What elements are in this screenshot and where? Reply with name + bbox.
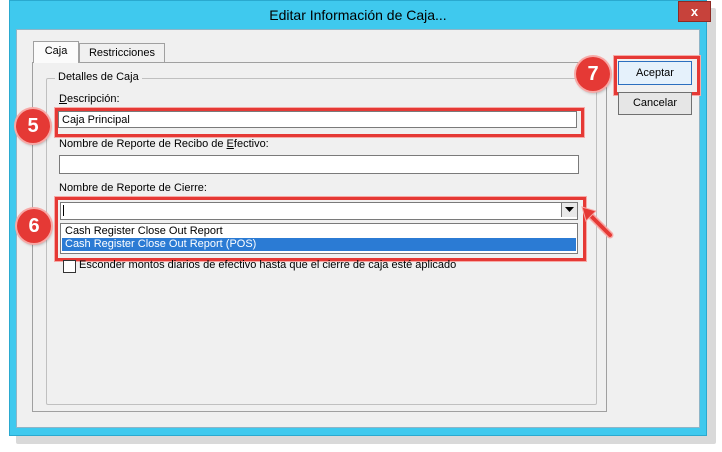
step-badge-5: 5 <box>16 109 50 143</box>
tab-restricciones[interactable]: Restricciones <box>79 43 165 63</box>
close-icon: x <box>690 4 699 19</box>
text-caret <box>63 205 64 216</box>
receipt-report-input[interactable] <box>59 155 579 174</box>
dropdown-button[interactable] <box>561 203 577 217</box>
dropdown-option[interactable]: Cash Register Close Out Report <box>62 225 576 238</box>
step-badge-7: 7 <box>576 57 610 91</box>
tab-caja-label: Caja <box>44 45 68 57</box>
hide-amounts-label: Esconder montos diarios de efectivo hast… <box>79 259 457 271</box>
close-report-combobox[interactable] <box>60 202 578 220</box>
cancel-button[interactable]: Cancelar <box>618 92 692 115</box>
chevron-down-icon <box>565 207 574 212</box>
close-report-label: Nombre de Reporte de Cierre: <box>59 182 207 194</box>
tab-restricciones-label: Restricciones <box>88 47 156 59</box>
window-title: Editar Información de Caja... <box>269 7 447 23</box>
step-badge-6: 6 <box>17 209 51 243</box>
groupbox-title: Detalles de Caja <box>55 71 142 83</box>
ok-button[interactable]: Aceptar <box>618 61 692 85</box>
description-label: Descripción: <box>59 93 120 105</box>
hide-amounts-checkbox[interactable] <box>63 260 76 273</box>
tab-caja[interactable]: Caja <box>33 41 79 63</box>
receipt-report-label: Nombre de Reporte de Recibo de Efectivo: <box>59 138 269 150</box>
close-report-dropdown-list: Cash Register Close Out Report Cash Regi… <box>60 223 578 254</box>
title-bar[interactable]: Editar Información de Caja... x <box>10 1 711 29</box>
close-button[interactable]: x <box>678 1 711 22</box>
dropdown-option-selected[interactable]: Cash Register Close Out Report (POS) <box>61 237 577 252</box>
description-input[interactable]: Caja Principal <box>58 111 577 128</box>
arrow-icon <box>581 206 614 239</box>
